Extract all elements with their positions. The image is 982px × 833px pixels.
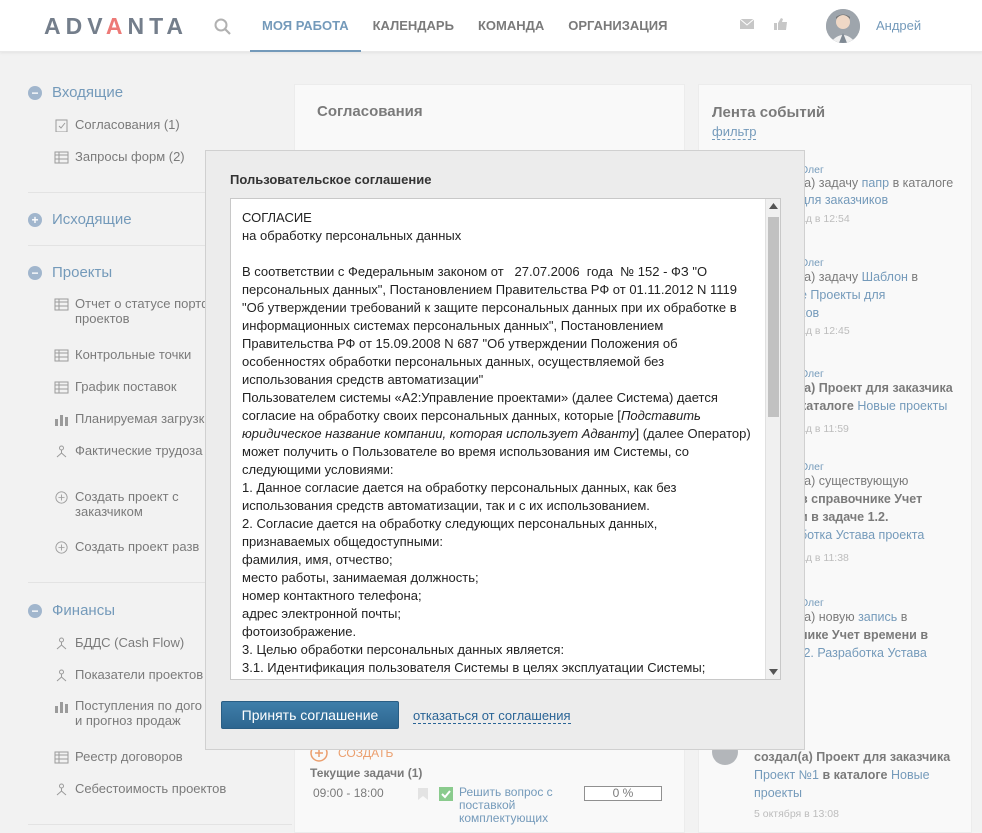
table-icon: [54, 151, 69, 164]
main-nav: МОЯ РАБОТА КАЛЕНДАРЬ КОМАНДА ОРГАНИЗАЦИЯ: [250, 0, 679, 52]
table-icon: [54, 751, 69, 764]
feed-item: создал(а) Проект для заказчика Проект №1…: [754, 750, 951, 820]
search-icon[interactable]: [214, 18, 232, 36]
feed-link[interactable]: запись: [858, 610, 897, 624]
modal-title: Пользовательское соглашение: [230, 172, 432, 187]
hierarchy-icon: [56, 669, 67, 682]
agreement-line: согласие на обработку своих персональных…: [242, 408, 701, 423]
mail-icon[interactable]: [739, 17, 755, 31]
divider: [28, 824, 292, 825]
like-icon[interactable]: [773, 17, 789, 31]
table-icon: [54, 349, 69, 362]
scroll-up-icon[interactable]: [769, 203, 778, 209]
agreement-line: использования средств автоматизации, так…: [242, 498, 650, 513]
agreement-line: место работы, занимаемая должность;: [242, 570, 479, 585]
plus-circle-icon: [55, 541, 68, 554]
nav-calendar[interactable]: КАЛЕНДАРЬ: [361, 0, 466, 52]
scroll-thumb[interactable]: [768, 217, 779, 417]
agreement-line: признаваемых общедоступными:: [242, 534, 443, 549]
hierarchy-icon: [56, 637, 67, 650]
task-time: 09:00 - 18:00: [313, 786, 384, 800]
sidebar-item-approvals[interactable]: Согласования (1): [54, 117, 292, 132]
feed-item: Олег (а) Проект для заказчика каталоге Н…: [800, 368, 953, 435]
agreement-line: 1. Данное согласие дается на обработку п…: [242, 480, 677, 495]
agreement-line: персональных данных", Постановлением Пра…: [242, 282, 738, 297]
expand-icon: +: [28, 212, 42, 227]
agreement-line: "Об утверждении требований к защите перс…: [242, 300, 737, 315]
agreement-line: 3.1. Идентификация пользователя Системы …: [242, 660, 706, 675]
agreement-line: на обработку персональных данных: [242, 228, 462, 243]
plus-circle-icon: [55, 491, 68, 504]
agreement-line: СОГЛАСИЕ: [242, 210, 312, 225]
accept-agreement-button[interactable]: Принять соглашение: [221, 701, 399, 729]
feed-link[interactable]: Новые: [891, 768, 930, 782]
user-agreement-modal: Пользовательское соглашение СОГЛАСИЕ на о…: [205, 150, 805, 750]
task-progress: 0 %: [584, 786, 662, 801]
current-tasks-heading: Текущие задачи (1): [310, 766, 423, 780]
agreement-line: фотоизображение.: [242, 624, 357, 639]
sidebar-item-contract-registry[interactable]: Реестр договоров: [54, 749, 292, 764]
agreement-line: использования средств автоматизации": [242, 372, 484, 387]
feed-item: Олег (а) новую запись в нике Учет времен…: [800, 597, 929, 660]
scrollbar[interactable]: [765, 199, 780, 679]
scroll-down-icon[interactable]: [769, 669, 778, 675]
agreement-line: адрес электронной почты;: [242, 606, 401, 621]
collapse-icon: −: [28, 85, 42, 100]
agreement-line: может получить о Пользователе во время и…: [242, 444, 689, 459]
feed-filter-link[interactable]: фильтр: [712, 125, 757, 140]
sidebar-section-outgoing[interactable]: + Исходящие: [28, 211, 132, 228]
checkbox-icon[interactable]: [439, 787, 453, 801]
feed-title: Лента событий: [712, 104, 826, 121]
advanta-logo[interactable]: ADVANTA: [44, 13, 188, 40]
hierarchy-icon: [56, 445, 67, 458]
user-name[interactable]: Андрей: [876, 18, 921, 33]
collapse-icon: −: [28, 265, 42, 280]
bar-chart-icon: [55, 415, 68, 426]
decline-agreement-link[interactable]: отказаться от соглашения: [413, 709, 571, 724]
feed-link[interactable]: Шаблон: [862, 270, 908, 284]
sidebar-item-project-cost[interactable]: Себестоимость проектов: [54, 781, 292, 796]
feed-link[interactable]: Проект №1: [754, 768, 819, 782]
agreement-textbox[interactable]: СОГЛАСИЕ на обработку персональных данных…: [230, 198, 781, 680]
nav-my-work[interactable]: МОЯ РАБОТА: [250, 0, 361, 52]
clipboard-icon: [55, 119, 68, 132]
nav-team[interactable]: КОМАНДА: [466, 0, 556, 52]
sidebar-section-incoming[interactable]: − Входящие: [28, 84, 123, 101]
sidebar-section-finance[interactable]: − Финансы: [28, 602, 115, 619]
table-icon: [54, 298, 69, 311]
task-link[interactable]: Решить вопрос с поставкой комплектующих: [459, 786, 553, 825]
agreement-line: юридическое название компании, которая и…: [242, 426, 751, 441]
top-header: ADVANTA МОЯ РАБОТА КАЛЕНДАРЬ КОМАНДА ОРГ…: [0, 0, 982, 52]
feed-item: Олег (а) задачу Шаблон в е Проекты для к…: [800, 257, 919, 337]
agreement-line: Пользователем системы «А2:Управление про…: [242, 390, 718, 405]
feed-link[interactable]: Новые проекты: [857, 399, 947, 413]
agreement-line: [242, 245, 761, 263]
bar-chart-icon: [55, 702, 68, 713]
agreement-line: 2. Согласие дается на обработку следующи…: [242, 516, 658, 531]
user-avatar[interactable]: [826, 9, 860, 43]
table-icon: [54, 381, 69, 394]
feed-item: Олег (а) существующую в справочнике Учет…: [800, 461, 925, 564]
agreement-text: СОГЛАСИЕ на обработку персональных данных…: [242, 209, 761, 677]
nav-organization[interactable]: ОРГАНИЗАЦИЯ: [556, 0, 679, 52]
collapse-icon: −: [28, 603, 42, 618]
agreement-line: фамилия, имя, отчество;: [242, 552, 393, 567]
agreement-line: Правительства РФ от 15.09.2008 N 687 "Об…: [242, 336, 678, 351]
approvals-title: Согласования: [317, 103, 423, 120]
agreement-line: следующими условиями:: [242, 462, 394, 477]
bookmark-icon[interactable]: [417, 787, 429, 801]
feed-link[interactable]: папр: [862, 176, 889, 190]
hierarchy-icon: [56, 783, 67, 796]
agreement-line: 3. Целью обработки персональных данных я…: [242, 642, 565, 657]
agreement-line: номер контактного телефона;: [242, 588, 422, 603]
feed-item: Олег (а) задачу папр в каталоге для зака…: [800, 164, 954, 225]
agreement-line: особенностях обработки персональных данн…: [242, 354, 665, 369]
sidebar-section-projects[interactable]: − Проекты: [28, 264, 112, 281]
agreement-line: В соответствии с Федеральным законом от …: [242, 264, 708, 279]
agreement-line: информационных системах персональных дан…: [242, 318, 664, 333]
